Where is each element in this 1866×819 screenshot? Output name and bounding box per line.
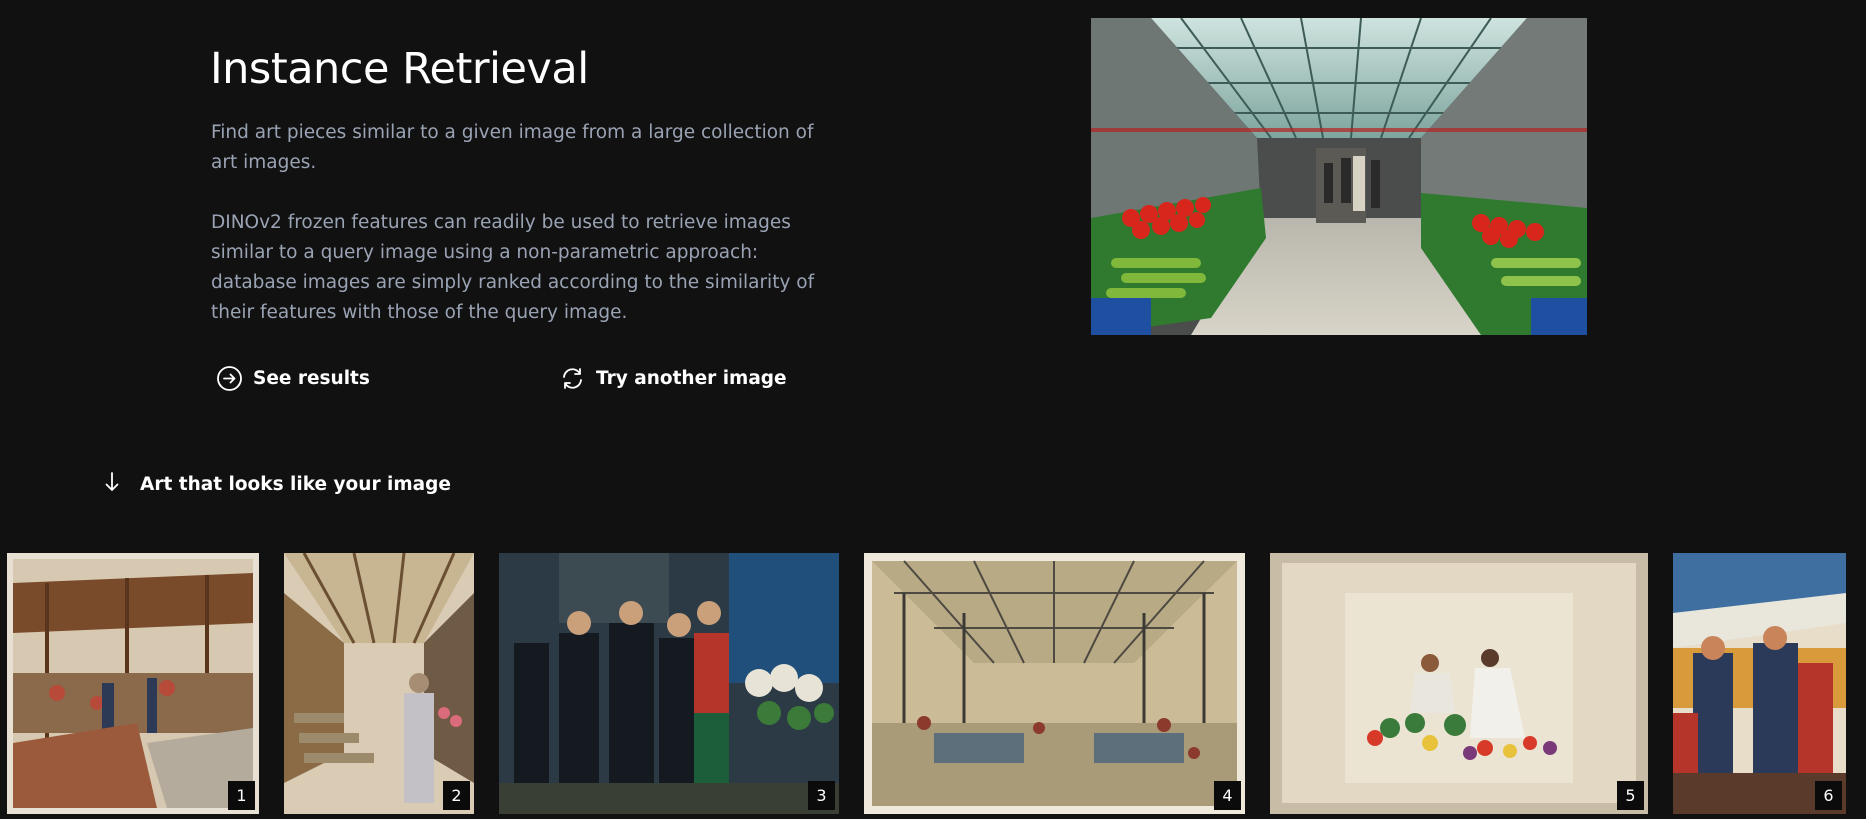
try-another-image-button[interactable]: Try another image [559,362,787,394]
result-item-6[interactable]: 6 [1673,553,1846,814]
see-results-button[interactable]: See results [216,362,370,394]
result-item-2[interactable]: 2 [284,553,474,814]
result-artwork-5 [1270,553,1648,814]
result-artwork-2 [284,553,474,814]
rank-badge-3: 3 [808,781,835,810]
description-detail: DINOv2 frozen features can readily be us… [211,212,815,323]
result-artwork-4 [864,553,1245,814]
rank-badge-6: 6 [1815,781,1842,810]
rank-badge-2: 2 [443,781,470,810]
arrow-right-circle-icon [216,365,243,392]
result-item-5[interactable]: 5 [1270,553,1648,814]
description-intro: Find art pieces similar to a given image… [211,122,814,173]
rank-badge-1: 1 [228,781,255,810]
arrow-down-icon [104,471,120,498]
results-heading: Art that looks like your image [104,469,451,499]
see-results-label: See results [253,367,370,389]
result-item-3[interactable]: 3 [499,553,839,814]
result-artwork-6 [1673,553,1846,814]
try-another-image-label: Try another image [596,367,787,389]
rank-badge-5: 5 [1617,781,1644,810]
rank-badge-4: 4 [1214,781,1241,810]
query-image [1091,18,1587,335]
page-title: Instance Retrieval [210,44,589,94]
result-artwork-1 [7,553,259,814]
instance-retrieval-page: Instance Retrieval Find art pieces simil… [0,0,1866,819]
results-heading-label: Art that looks like your image [140,473,451,495]
result-artwork-3 [499,553,839,814]
result-item-4[interactable]: 4 [864,553,1245,814]
refresh-icon [559,365,586,392]
result-item-1[interactable]: 1 [7,553,259,814]
